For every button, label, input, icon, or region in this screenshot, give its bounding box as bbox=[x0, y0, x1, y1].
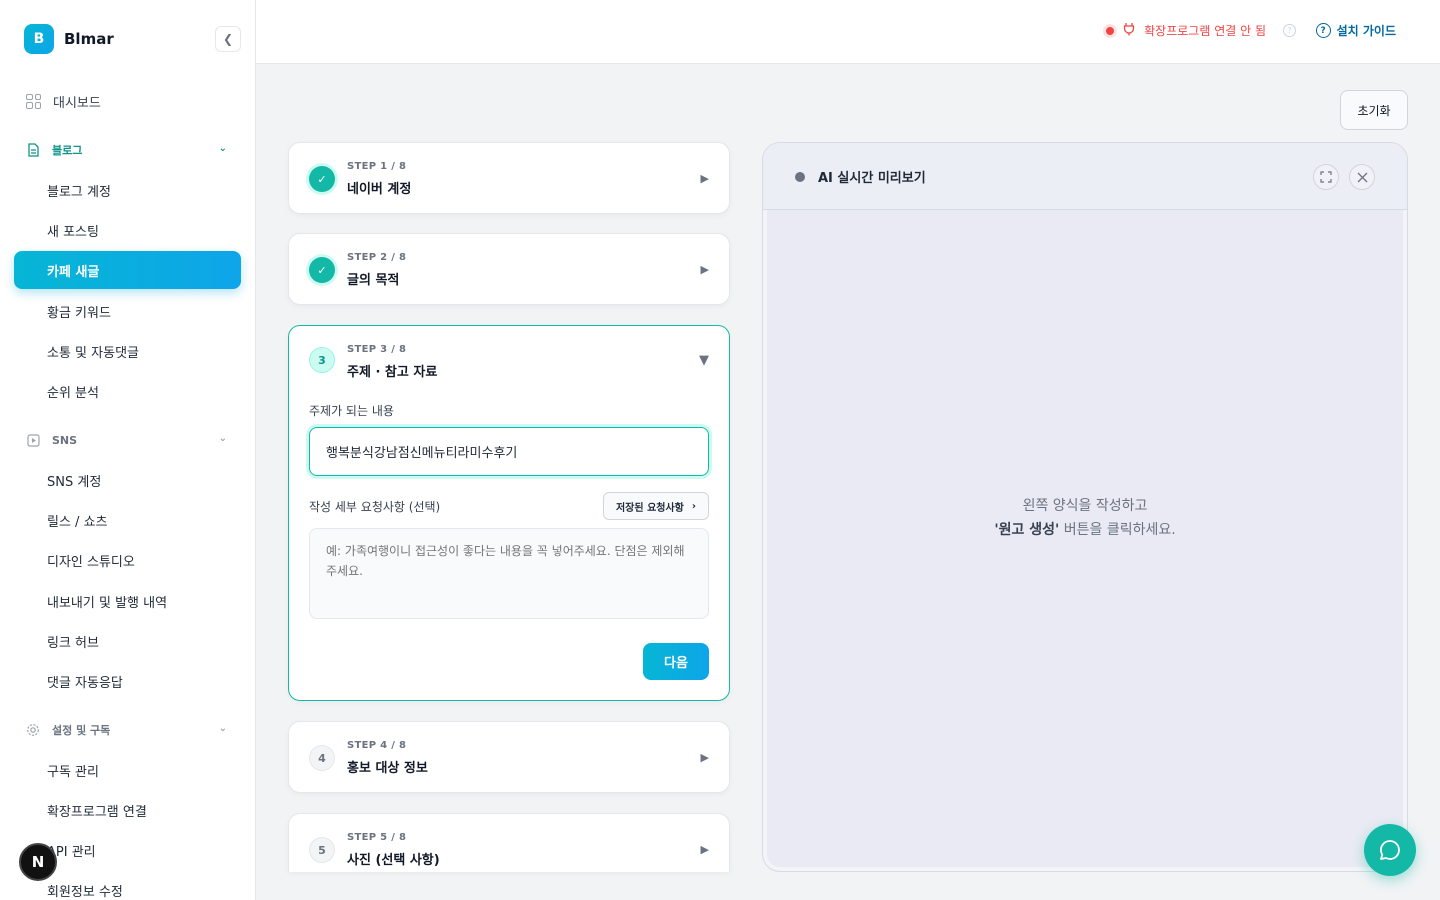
step-card-5[interactable]: 5 STEP 5 / 8 사진 (선택 사항) ▶ bbox=[288, 813, 730, 872]
sidebar-item-comment-autoreply[interactable]: 댓글 자동응답 bbox=[14, 662, 241, 700]
help-icon[interactable]: ? bbox=[1283, 24, 1296, 37]
sidebar-section-blog[interactable]: 블로그 ⌄ bbox=[14, 136, 241, 164]
detail-label: 작성 세부 요청사항 (선택) bbox=[309, 500, 441, 514]
dashboard-icon bbox=[26, 93, 41, 109]
step-meta: STEP 3 / 8 bbox=[347, 344, 407, 355]
n-badge[interactable]: N bbox=[19, 843, 57, 881]
sidebar-item-golden-keyword[interactable]: 황금 키워드 bbox=[14, 292, 241, 330]
install-guide-label: 설치 가이드 bbox=[1336, 24, 1396, 38]
step-title: 홍보 대상 정보 bbox=[347, 761, 428, 776]
section-label: SNS bbox=[52, 433, 78, 447]
expand-arrow-icon[interactable]: ▶ bbox=[701, 751, 709, 764]
sidebar-item-auto-comment[interactable]: 소통 및 자동댓글 bbox=[14, 332, 241, 370]
sidebar-item-reels-shorts[interactable]: 릴스 / 쇼츠 bbox=[14, 501, 241, 539]
sidebar-item-blog-account[interactable]: 블로그 계정 bbox=[14, 171, 241, 209]
sidebar-item-cafe-new-post[interactable]: 카페 새글 bbox=[14, 251, 241, 289]
brand[interactable]: B Blmar bbox=[24, 24, 114, 54]
install-guide-link[interactable]: ? 설치 가이드 bbox=[1315, 22, 1396, 39]
sidebar-item-design-studio[interactable]: 디자인 스튜디오 bbox=[14, 541, 241, 579]
play-icon bbox=[26, 433, 40, 447]
chevron-down-icon: ⌄ bbox=[218, 433, 227, 444]
extension-status[interactable]: 확장프로그램 연결 안 됨 bbox=[1106, 22, 1266, 39]
check-icon: ✓ bbox=[309, 166, 335, 192]
topic-label: 주제가 되는 내용 bbox=[309, 404, 394, 418]
saved-requests-label: 저장된 요청사항 bbox=[615, 502, 684, 514]
step-number: 3 bbox=[309, 347, 335, 373]
preview-title: AI 실시간 미리보기 bbox=[818, 171, 926, 186]
sidebar-item-extension-connect[interactable]: 확장프로그램 연결 bbox=[14, 791, 241, 829]
chat-button[interactable] bbox=[1364, 824, 1416, 876]
next-button[interactable]: 다음 bbox=[643, 643, 709, 680]
brand-logo: B bbox=[24, 24, 54, 54]
step-title: 사진 (선택 사항) bbox=[347, 853, 440, 868]
sidebar-item-sns-account[interactable]: SNS 계정 bbox=[14, 461, 241, 499]
reset-button[interactable]: 초기화 bbox=[1340, 90, 1408, 130]
expand-arrow-icon[interactable]: ▶ bbox=[701, 172, 709, 185]
close-icon bbox=[1357, 172, 1367, 182]
sidebar-item-new-posting[interactable]: 새 포스팅 bbox=[14, 211, 241, 249]
chat-bubble-icon bbox=[1380, 840, 1400, 860]
section-label: 블로그 bbox=[52, 144, 83, 157]
saved-requests-button[interactable]: 저장된 요청사항 › bbox=[602, 492, 709, 520]
step-card-2[interactable]: ✓ STEP 2 / 8 글의 목적 ▶ bbox=[288, 233, 730, 305]
document-icon bbox=[26, 143, 40, 157]
hint-line-2: '원고 생성' 버튼을 클릭하세요. bbox=[763, 519, 1407, 543]
step-card-1[interactable]: ✓ STEP 1 / 8 네이버 계정 ▶ bbox=[288, 142, 730, 214]
topic-input[interactable] bbox=[309, 427, 709, 476]
sidebar-section-sns[interactable]: SNS ⌄ bbox=[14, 426, 241, 454]
sidebar-section-settings[interactable]: 설정 및 구독 ⌄ bbox=[14, 716, 241, 744]
step-meta: STEP 2 / 8 bbox=[347, 252, 407, 263]
fullscreen-button[interactable] bbox=[1313, 164, 1339, 190]
step-meta: STEP 4 / 8 bbox=[347, 740, 407, 751]
chevron-right-icon: › bbox=[691, 500, 696, 512]
preview-hint: 왼쪽 양식을 작성하고 '원고 생성' 버튼을 클릭하세요. bbox=[763, 495, 1407, 543]
status-dot bbox=[1106, 26, 1115, 35]
step-title: 글의 목적 bbox=[347, 273, 400, 288]
section-label: 설정 및 구독 bbox=[52, 724, 111, 737]
expand-icon bbox=[1320, 171, 1332, 183]
step-title: 주제 · 참고 자료 bbox=[347, 365, 438, 380]
sidebar-item-label: 대시보드 bbox=[53, 95, 101, 111]
sidebar-item-subscription[interactable]: 구독 관리 bbox=[14, 751, 241, 789]
sidebar-item-rank-analysis[interactable]: 순위 분석 bbox=[14, 372, 241, 410]
step-number: 4 bbox=[309, 745, 335, 771]
question-icon: ? bbox=[1315, 23, 1331, 38]
step-card-4[interactable]: 4 STEP 4 / 8 홍보 대상 정보 ▶ bbox=[288, 721, 730, 793]
check-icon: ✓ bbox=[309, 257, 335, 283]
close-button[interactable] bbox=[1349, 164, 1375, 190]
plug-icon bbox=[1122, 22, 1136, 39]
preview-header: AI 실시간 미리보기 bbox=[763, 143, 1407, 210]
detail-textarea[interactable] bbox=[309, 528, 709, 619]
sidebar: B Blmar ❮ 대시보드 블로그 ⌄ 블로그 계정 새 포스팅 카페 새글 … bbox=[0, 0, 256, 900]
collapse-sidebar-button[interactable]: ❮ bbox=[215, 26, 241, 52]
gear-icon bbox=[26, 723, 40, 737]
step-number: 5 bbox=[309, 837, 335, 863]
sidebar-item-export-history[interactable]: 내보내기 및 발행 내역 bbox=[14, 582, 241, 620]
expand-arrow-icon[interactable]: ▶ bbox=[701, 263, 709, 276]
expand-arrow-icon[interactable]: ▶ bbox=[701, 843, 709, 856]
ai-preview-panel: AI 실시간 미리보기 왼쪽 양식을 작성하고 '원고 생성' 버튼을 클릭하세… bbox=[762, 142, 1408, 872]
extension-status-text: 확장프로그램 연결 안 됨 bbox=[1144, 24, 1266, 38]
sidebar-item-link-hub[interactable]: 링크 허브 bbox=[14, 622, 241, 660]
step-title: 네이버 계정 bbox=[347, 182, 412, 197]
brand-name: Blmar bbox=[64, 30, 114, 48]
preview-status-dot bbox=[795, 172, 805, 182]
hint-rest: 버튼을 클릭하세요. bbox=[1059, 521, 1176, 538]
chevron-down-icon: ⌄ bbox=[218, 143, 227, 154]
sidebar-item-dashboard[interactable]: 대시보드 bbox=[14, 86, 241, 116]
step-meta: STEP 5 / 8 bbox=[347, 832, 407, 843]
step-meta: STEP 1 / 8 bbox=[347, 161, 407, 172]
hint-highlight: '원고 생성' bbox=[994, 521, 1060, 538]
topbar: 확장프로그램 연결 안 됨 ? ? 설치 가이드 bbox=[256, 0, 1440, 64]
collapse-arrow-icon[interactable]: ▼ bbox=[699, 353, 709, 368]
chevron-left-icon: ❮ bbox=[222, 32, 234, 46]
hint-line-1: 왼쪽 양식을 작성하고 bbox=[1022, 498, 1148, 514]
step-card-3: 3 STEP 3 / 8 주제 · 참고 자료 ▼ 주제가 되는 내용 작성 세… bbox=[288, 325, 730, 701]
chevron-down-icon: ⌄ bbox=[218, 723, 227, 734]
